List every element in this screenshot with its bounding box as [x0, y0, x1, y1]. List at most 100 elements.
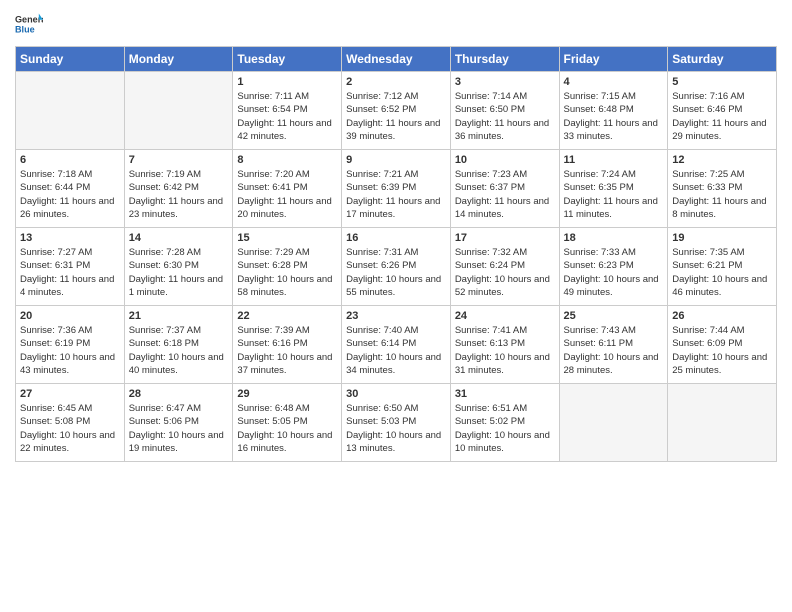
day-info: Sunrise: 6:47 AM Sunset: 5:06 PM Dayligh… — [129, 402, 229, 455]
calendar-cell — [668, 384, 777, 462]
day-header-friday: Friday — [559, 47, 668, 72]
day-info: Sunrise: 7:27 AM Sunset: 6:31 PM Dayligh… — [20, 246, 120, 299]
calendar-week-row: 20 Sunrise: 7:36 AM Sunset: 6:19 PM Dayli… — [16, 306, 777, 384]
day-number: 22 — [237, 310, 337, 322]
day-info: Sunrise: 6:50 AM Sunset: 5:03 PM Dayligh… — [346, 402, 446, 455]
calendar-cell: 22 Sunrise: 7:39 AM Sunset: 6:16 PM Dayli… — [233, 306, 342, 384]
day-number: 16 — [346, 232, 446, 244]
calendar-cell: 19 Sunrise: 7:35 AM Sunset: 6:21 PM Dayli… — [668, 228, 777, 306]
day-number: 4 — [564, 76, 664, 88]
calendar-cell: 23Sunrise: 7:40 AM Sunset: 6:14 PM Dayli… — [342, 306, 451, 384]
day-header-monday: Monday — [124, 47, 233, 72]
calendar-cell: 30 Sunrise: 6:50 AM Sunset: 5:03 PM Dayli… — [342, 384, 451, 462]
day-number: 13 — [20, 232, 120, 244]
day-info: Sunrise: 7:32 AM Sunset: 6:24 PM Dayligh… — [455, 246, 555, 299]
day-info: Sunrise: 7:43 AM Sunset: 6:11 PM Dayligh… — [564, 324, 664, 377]
day-number: 9 — [346, 154, 446, 166]
calendar-cell: 3Sunrise: 7:14 AM Sunset: 6:50 PM Daylig… — [450, 72, 559, 150]
day-info: Sunrise: 7:19 AM Sunset: 6:42 PM Dayligh… — [129, 168, 229, 221]
day-info: Sunrise: 7:21 AM Sunset: 6:39 PM Dayligh… — [346, 168, 446, 221]
day-number: 11 — [564, 154, 664, 166]
day-info: Sunrise: 6:45 AM Sunset: 5:08 PM Dayligh… — [20, 402, 120, 455]
calendar-cell: 29 Sunrise: 6:48 AM Sunset: 5:05 PM Dayli… — [233, 384, 342, 462]
day-info: Sunrise: 7:14 AM Sunset: 6:50 PM Dayligh… — [455, 90, 555, 143]
calendar-week-row: 27 Sunrise: 6:45 AM Sunset: 5:08 PM Dayli… — [16, 384, 777, 462]
calendar-cell: 31 Sunrise: 6:51 AM Sunset: 5:02 PM Dayli… — [450, 384, 559, 462]
calendar-cell: 5 Sunrise: 7:16 AM Sunset: 6:46 PM Daylig… — [668, 72, 777, 150]
day-number: 2 — [346, 76, 446, 88]
calendar-cell: 27 Sunrise: 6:45 AM Sunset: 5:08 PM Dayli… — [16, 384, 125, 462]
day-number: 31 — [455, 388, 555, 400]
calendar-cell: 20 Sunrise: 7:36 AM Sunset: 6:19 PM Dayli… — [16, 306, 125, 384]
day-number: 24 — [455, 310, 555, 322]
calendar-cell: 6Sunrise: 7:18 AM Sunset: 6:44 PM Daylig… — [16, 150, 125, 228]
day-info: Sunrise: 7:33 AM Sunset: 6:23 PM Dayligh… — [564, 246, 664, 299]
day-info: Sunrise: 7:35 AM Sunset: 6:21 PM Dayligh… — [672, 246, 772, 299]
calendar-week-row: 1 Sunrise: 7:11 AM Sunset: 6:54 PM Daylig… — [16, 72, 777, 150]
calendar-cell: 10 Sunrise: 7:23 AM Sunset: 6:37 PM Dayli… — [450, 150, 559, 228]
calendar-cell: 15Sunrise: 7:29 AM Sunset: 6:28 PM Dayli… — [233, 228, 342, 306]
day-info: Sunrise: 7:29 AM Sunset: 6:28 PM Dayligh… — [237, 246, 337, 299]
page-header: General Blue — [15, 10, 777, 38]
day-number: 30 — [346, 388, 446, 400]
day-number: 23 — [346, 310, 446, 322]
calendar-cell: 4 Sunrise: 7:15 AM Sunset: 6:48 PM Daylig… — [559, 72, 668, 150]
calendar-cell: 9 Sunrise: 7:21 AM Sunset: 6:39 PM Daylig… — [342, 150, 451, 228]
day-number: 19 — [672, 232, 772, 244]
calendar-cell: 12Sunrise: 7:25 AM Sunset: 6:33 PM Dayli… — [668, 150, 777, 228]
day-info: Sunrise: 6:51 AM Sunset: 5:02 PM Dayligh… — [455, 402, 555, 455]
calendar-week-row: 13 Sunrise: 7:27 AM Sunset: 6:31 PM Dayli… — [16, 228, 777, 306]
day-number: 21 — [129, 310, 229, 322]
day-info: Sunrise: 7:18 AM Sunset: 6:44 PM Dayligh… — [20, 168, 120, 221]
day-info: Sunrise: 7:23 AM Sunset: 6:37 PM Dayligh… — [455, 168, 555, 221]
svg-text:Blue: Blue — [15, 24, 35, 34]
day-number: 1 — [237, 76, 337, 88]
day-number: 29 — [237, 388, 337, 400]
day-number: 10 — [455, 154, 555, 166]
day-number: 26 — [672, 310, 772, 322]
calendar-header-row: SundayMondayTuesdayWednesdayThursdayFrid… — [16, 47, 777, 72]
day-number: 27 — [20, 388, 120, 400]
day-number: 25 — [564, 310, 664, 322]
calendar-cell: 28 Sunrise: 6:47 AM Sunset: 5:06 PM Dayli… — [124, 384, 233, 462]
day-info: Sunrise: 7:16 AM Sunset: 6:46 PM Dayligh… — [672, 90, 772, 143]
day-info: Sunrise: 7:24 AM Sunset: 6:35 PM Dayligh… — [564, 168, 664, 221]
calendar-cell: 13 Sunrise: 7:27 AM Sunset: 6:31 PM Dayli… — [16, 228, 125, 306]
day-header-wednesday: Wednesday — [342, 47, 451, 72]
calendar-cell: 18 Sunrise: 7:33 AM Sunset: 6:23 PM Dayli… — [559, 228, 668, 306]
calendar-cell — [124, 72, 233, 150]
day-info: Sunrise: 7:15 AM Sunset: 6:48 PM Dayligh… — [564, 90, 664, 143]
calendar-cell: 26Sunrise: 7:44 AM Sunset: 6:09 PM Dayli… — [668, 306, 777, 384]
calendar-cell: 17 Sunrise: 7:32 AM Sunset: 6:24 PM Dayli… — [450, 228, 559, 306]
day-info: Sunrise: 7:36 AM Sunset: 6:19 PM Dayligh… — [20, 324, 120, 377]
day-number: 5 — [672, 76, 772, 88]
day-number: 17 — [455, 232, 555, 244]
day-header-saturday: Saturday — [668, 47, 777, 72]
calendar-cell: 1 Sunrise: 7:11 AM Sunset: 6:54 PM Daylig… — [233, 72, 342, 150]
day-header-tuesday: Tuesday — [233, 47, 342, 72]
calendar-week-row: 6Sunrise: 7:18 AM Sunset: 6:44 PM Daylig… — [16, 150, 777, 228]
calendar-cell: 2 Sunrise: 7:12 AM Sunset: 6:52 PM Daylig… — [342, 72, 451, 150]
calendar-cell: 21Sunrise: 7:37 AM Sunset: 6:18 PM Dayli… — [124, 306, 233, 384]
calendar-cell: 16 Sunrise: 7:31 AM Sunset: 6:26 PM Dayli… — [342, 228, 451, 306]
day-info: Sunrise: 7:12 AM Sunset: 6:52 PM Dayligh… — [346, 90, 446, 143]
calendar-cell: 24Sunrise: 7:41 AM Sunset: 6:13 PM Dayli… — [450, 306, 559, 384]
day-header-thursday: Thursday — [450, 47, 559, 72]
day-info: Sunrise: 6:48 AM Sunset: 5:05 PM Dayligh… — [237, 402, 337, 455]
day-number: 28 — [129, 388, 229, 400]
day-number: 8 — [237, 154, 337, 166]
calendar-cell — [559, 384, 668, 462]
day-number: 18 — [564, 232, 664, 244]
calendar-cell: 14Sunrise: 7:28 AM Sunset: 6:30 PM Dayli… — [124, 228, 233, 306]
calendar-cell: 7Sunrise: 7:19 AM Sunset: 6:42 PM Daylig… — [124, 150, 233, 228]
day-number: 20 — [20, 310, 120, 322]
day-info: Sunrise: 7:31 AM Sunset: 6:26 PM Dayligh… — [346, 246, 446, 299]
logo: General Blue — [15, 10, 43, 38]
day-info: Sunrise: 7:39 AM Sunset: 6:16 PM Dayligh… — [237, 324, 337, 377]
calendar-body: 1 Sunrise: 7:11 AM Sunset: 6:54 PM Daylig… — [16, 72, 777, 462]
calendar-cell: 8Sunrise: 7:20 AM Sunset: 6:41 PM Daylig… — [233, 150, 342, 228]
calendar-cell: 11 Sunrise: 7:24 AM Sunset: 6:35 PM Dayli… — [559, 150, 668, 228]
calendar-cell — [16, 72, 125, 150]
calendar-table: SundayMondayTuesdayWednesdayThursdayFrid… — [15, 46, 777, 462]
day-info: Sunrise: 7:11 AM Sunset: 6:54 PM Dayligh… — [237, 90, 337, 143]
